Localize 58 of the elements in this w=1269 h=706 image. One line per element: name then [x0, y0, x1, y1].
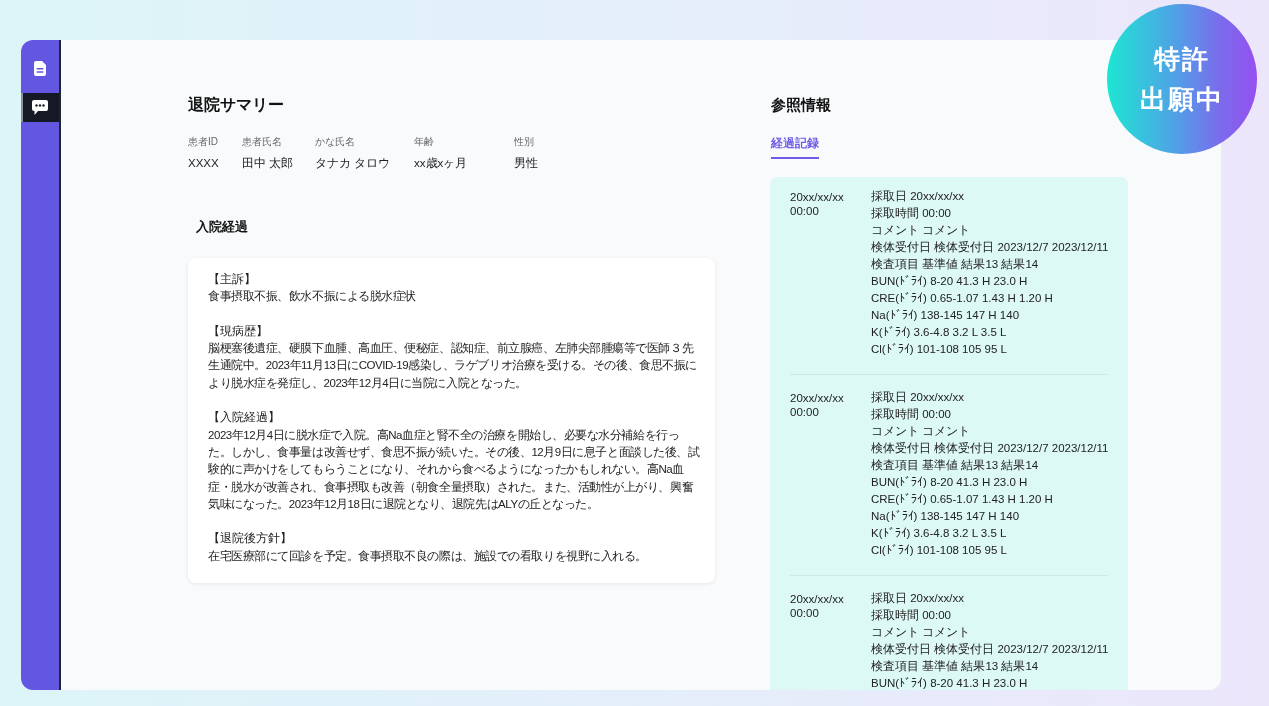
document-icon [34, 60, 46, 76]
record-line: 採取時間 00:00 [871, 206, 951, 221]
record-line: 検体受付日 検体受付日 2023/12/7 2023/12/11 [871, 240, 1109, 255]
record-line: 検体受付日 検体受付日 2023/12/7 2023/12/11 [871, 642, 1109, 657]
record-line: CRE(ﾄﾞﾗｲ) 0.65-1.07 1.43 H 1.20 H [871, 291, 1053, 306]
sidebar-item[interactable] [21, 93, 59, 122]
field-value: xx歳xヶ月 [414, 156, 468, 171]
record-line: CRE(ﾄﾞﾗｲ) 0.65-1.07 1.43 H 1.20 H [871, 492, 1053, 507]
record-line: コメント コメント [871, 424, 971, 439]
paragraph-heading: 【現病歴】 [208, 323, 269, 339]
record-line: 検査項目 基準値 結果13 結果14 [871, 458, 1039, 473]
record-line: 検査項目 基準値 結果13 結果14 [871, 659, 1039, 674]
tab[interactable]: 経過記録 [771, 135, 819, 159]
record-line: 採取日 20xx/xx/xx [871, 591, 964, 606]
field-label: 性別 [514, 135, 534, 149]
record-line: コメント コメント [871, 625, 971, 640]
field-value: XXXX [188, 156, 219, 171]
record-line: BUN(ﾄﾞﾗｲ) 8-20 41.3 H 23.0 H [871, 676, 1028, 690]
field-label: 患者ID [188, 135, 218, 149]
record-date: 20xx/xx/xx [790, 391, 844, 405]
record-date: 20xx/xx/xx [790, 592, 844, 606]
paragraph-text: 在宅医療部にて回診を予定。食事摂取不良の際は、施設での看取りを視野に入れる。 [208, 548, 648, 564]
record-line: 採取時間 00:00 [871, 608, 951, 623]
record-line: K(ﾄﾞﾗｲ) 3.6-4.8 3.2 L 3.5 L [871, 325, 1007, 340]
record-line: Na(ﾄﾞﾗｲ) 138-145 147 H 140 [871, 308, 1020, 323]
record-time: 00:00 [790, 204, 819, 218]
paragraph-text: 脳梗塞後遺症、硬膜下血腫、高血圧、便秘症、認知症、前立腺癌、左肺尖部腫瘍等で医師３先生通院中。2023年11月13日にCOVID-19感染し、ラゲブリオ治療を受ける。その後、食思不振により脱水症を発症し、2023年12月4日に当院に入院となった。 [208, 341, 698, 392]
record-date: 20xx/xx/xx [790, 190, 844, 204]
record-line: 採取日 20xx/xx/xx [871, 189, 964, 204]
patent-pending-badge: 特許 出願中 [1107, 4, 1257, 154]
field-value: 男性 [514, 156, 538, 171]
record-line: BUN(ﾄﾞﾗｲ) 8-20 41.3 H 23.0 H [871, 475, 1028, 490]
record-time: 00:00 [790, 606, 819, 620]
record-line: コメント コメント [871, 223, 971, 238]
paragraph-heading: 【主訴】 [208, 272, 257, 287]
paragraph-text: 食事摂取不振、飲水不振による脱水症状 [208, 289, 417, 305]
paragraph-text: 2023年12月4日に脱水症で入院。高Na血症と腎不全の治療を開始し、必要な水分補給を行った。しかし、食事量は改善せず、食思不振が続いた。その後、12月9日に息子と面談した後、試験的に声かけをしてもらうことになり、それから食べるようになったかもしれない。高Na血症・脱水が改善され、食事摂取も改善（朝食全量摂取）された。また、活動性が上がり、興奮気味になった。2023年12月18日に退院となり、退院先はALYの丘となった。 [208, 427, 700, 513]
field-label: 年齢 [414, 135, 434, 149]
field-value: 田中 太郎 [242, 156, 294, 171]
record-line: 採取日 20xx/xx/xx [871, 390, 964, 405]
record-line: Na(ﾄﾞﾗｲ) 138-145 147 H 140 [871, 509, 1020, 524]
record-line: Cl(ﾄﾞﾗｲ) 101-108 105 95 L [871, 543, 1007, 558]
record-time: 00:00 [790, 405, 819, 419]
record-line: 検体受付日 検体受付日 2023/12/7 2023/12/11 [871, 441, 1109, 456]
field-label: 患者氏名 [242, 135, 282, 149]
paragraph-heading: 【退院後方針】 [208, 531, 293, 547]
section-heading: 入院経過 [196, 218, 248, 236]
record-line: Cl(ﾄﾞﾗｲ) 101-108 105 95 L [871, 342, 1007, 357]
chat-bubble-icon [32, 100, 48, 115]
record-line: 採取時間 00:00 [871, 407, 951, 422]
record-line: K(ﾄﾞﾗｲ) 3.6-4.8 3.2 L 3.5 L [871, 526, 1007, 541]
record-line: BUN(ﾄﾞﾗｲ) 8-20 41.3 H 23.0 H [871, 274, 1028, 289]
paragraph-heading: 【入院経過】 [208, 410, 281, 426]
field-value: タナカ タロウ [315, 156, 391, 171]
record-line: 検査項目 基準値 結果13 結果14 [871, 257, 1039, 272]
page-title: 退院サマリー [188, 95, 284, 115]
panel-title: 参照情報 [771, 95, 832, 115]
field-label: かな氏名 [315, 135, 355, 149]
